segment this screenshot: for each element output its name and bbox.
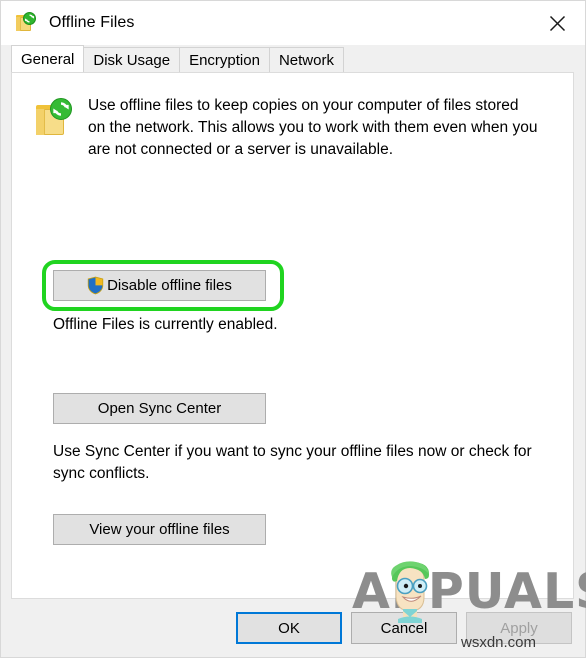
window-title: Offline Files bbox=[49, 14, 135, 31]
button-label: View your offline files bbox=[89, 521, 230, 538]
tab-network[interactable]: Network bbox=[268, 47, 344, 72]
title-bar: Offline Files bbox=[1, 1, 585, 45]
apply-button: Apply bbox=[466, 612, 572, 644]
uac-shield-icon bbox=[87, 276, 104, 295]
offline-files-folder-sync-icon bbox=[15, 11, 39, 35]
status-text: Offline Files is currently enabled. bbox=[53, 316, 278, 333]
sync-center-help-text: Use Sync Center if you want to sync your… bbox=[53, 443, 532, 482]
tab-label: Disk Usage bbox=[93, 51, 171, 69]
button-label: Cancel bbox=[380, 619, 428, 637]
offline-files-dialog: Offline Files General Disk Usage Encrypt… bbox=[0, 0, 586, 658]
tab-encryption[interactable]: Encryption bbox=[179, 47, 270, 72]
ok-button[interactable]: OK bbox=[236, 612, 342, 644]
button-label: Apply bbox=[500, 619, 538, 637]
description-row: Use offline files to keep copies on your… bbox=[12, 73, 573, 161]
tab-strip: General Disk Usage Encryption Network bbox=[1, 45, 585, 72]
cancel-button[interactable]: Cancel bbox=[351, 612, 457, 644]
disable-offline-files-button[interactable]: Disable offline files bbox=[53, 270, 266, 301]
close-icon[interactable] bbox=[529, 1, 585, 45]
view-offline-files-button[interactable]: View your offline files bbox=[53, 514, 266, 545]
button-label: Disable offline files bbox=[107, 277, 232, 294]
tab-label: Network bbox=[278, 51, 334, 69]
tab-label: General bbox=[21, 50, 75, 68]
tab-label: Encryption bbox=[189, 51, 260, 69]
offline-files-folder-sync-icon bbox=[34, 97, 74, 137]
sync-badge-icon bbox=[50, 98, 72, 120]
button-label: OK bbox=[278, 619, 300, 637]
description-text: Use offline files to keep copies on your… bbox=[88, 97, 538, 158]
open-sync-center-button[interactable]: Open Sync Center bbox=[53, 393, 266, 424]
tab-disk-usage[interactable]: Disk Usage bbox=[83, 47, 181, 72]
general-tab-panel: Use offline files to keep copies on your… bbox=[11, 72, 574, 599]
button-label: Open Sync Center bbox=[97, 400, 222, 417]
tab-general[interactable]: General bbox=[11, 45, 85, 72]
dialog-footer: OK Cancel Apply bbox=[1, 599, 585, 657]
sync-badge-icon bbox=[23, 12, 36, 25]
